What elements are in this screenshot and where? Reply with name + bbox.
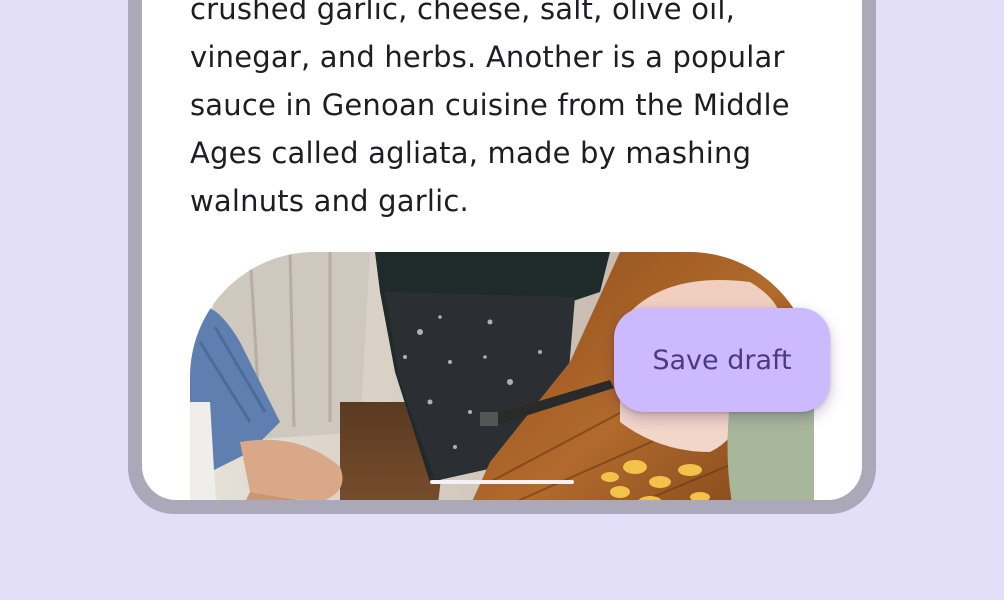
phone-screen: crushed garlic, cheese, salt, olive oil,… — [142, 0, 862, 500]
article-line: crushed garlic, cheese, salt, olive oil, — [190, 0, 736, 26]
article-line: walnuts and garlic. — [190, 184, 469, 218]
article-line: vinegar, and herbs. Another is a popular — [190, 40, 785, 74]
article-line: sauce in Genoan cuisine from the Middle — [190, 88, 790, 122]
article-line: Ages called agliata, made by mashing — [190, 136, 752, 170]
article-body: crushed garlic, cheese, salt, olive oil,… — [190, 0, 810, 225]
home-indicator[interactable] — [430, 480, 574, 484]
save-draft-button[interactable]: Save draft — [614, 308, 830, 412]
